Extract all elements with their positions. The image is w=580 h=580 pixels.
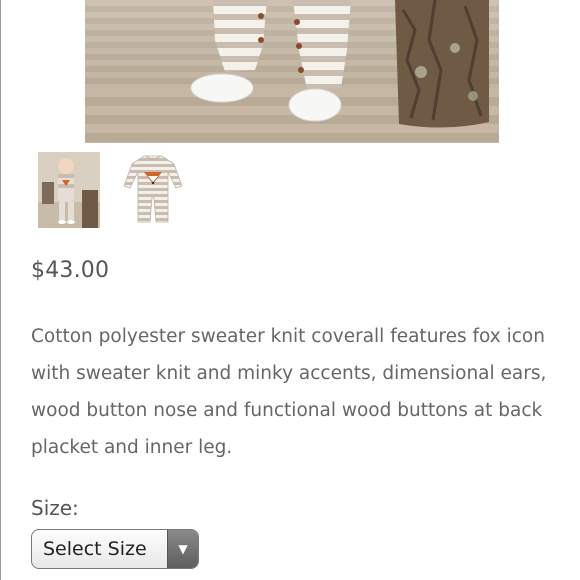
thumbnail-1[interactable]	[38, 152, 100, 228]
product-page: $43.00 Cotton polyester sweater knit cov…	[0, 0, 580, 580]
size-select[interactable]: Select Size ▼	[31, 529, 199, 569]
product-price: $43.00	[31, 258, 110, 283]
product-main-image	[85, 0, 499, 143]
size-select-value: Select Size	[43, 538, 147, 560]
size-label: Size:	[31, 496, 79, 520]
thumbnail-2[interactable]	[122, 152, 184, 228]
triangle-down-icon: ▼	[167, 530, 198, 568]
product-description: Cotton polyester sweater knit coverall f…	[31, 326, 547, 458]
